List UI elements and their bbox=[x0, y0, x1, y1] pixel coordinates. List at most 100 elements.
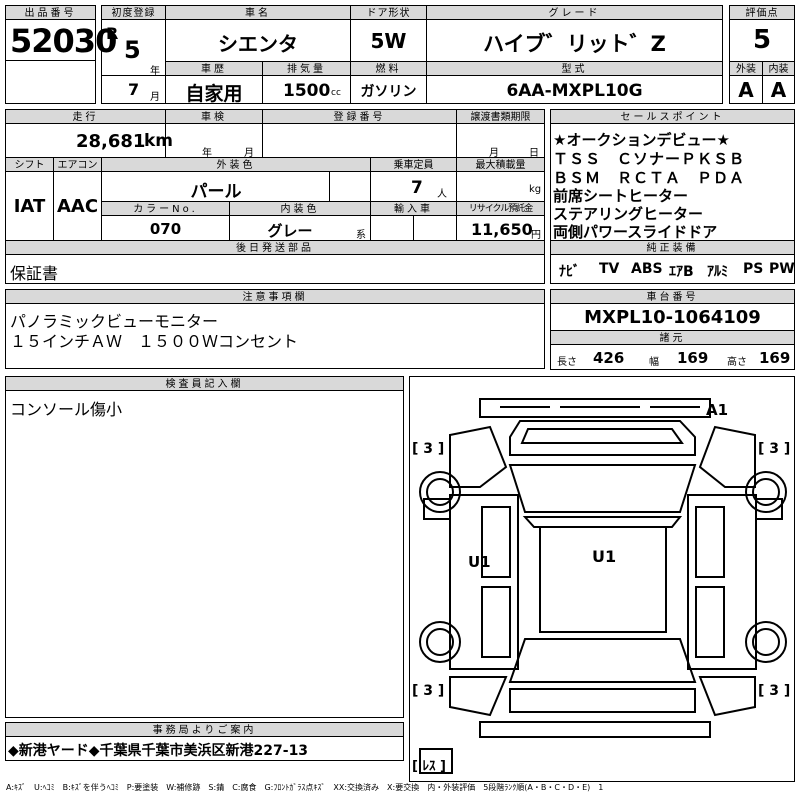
score-cell: 5 bbox=[729, 19, 795, 62]
lot-blank bbox=[5, 60, 96, 104]
mileage-label: 走行 bbox=[5, 109, 166, 124]
chassis-cell: MXPL10-1064109 bbox=[550, 303, 795, 331]
spare-tire: [ ﾚｽ ] bbox=[412, 759, 446, 774]
grade-label: グレード bbox=[426, 5, 723, 20]
tire-rr-value: 3 bbox=[769, 683, 780, 699]
tire-fr-value: 3 bbox=[769, 441, 780, 457]
lot-label: 出品番号 bbox=[5, 5, 96, 20]
car-outline-svg bbox=[419, 398, 787, 774]
equip-ps: PS bbox=[743, 261, 764, 277]
int-color: グレー bbox=[267, 222, 313, 240]
damage-a1: A1 bbox=[706, 401, 729, 419]
delivery-cell: 保証書 bbox=[5, 254, 545, 284]
car-name-label: 車名 bbox=[165, 5, 351, 20]
first-reg-month-cell: 7 月 bbox=[101, 75, 166, 104]
history: 自家用 bbox=[185, 83, 243, 105]
door-label: ドア形状 bbox=[350, 5, 427, 20]
tire-fl-value: 3 bbox=[423, 441, 434, 457]
era: R bbox=[106, 24, 119, 43]
ext-score-label: 外装 bbox=[729, 61, 763, 76]
office-info: ◆新港ヤード◆千葉県千葉市美浜区新港227-13 bbox=[8, 743, 309, 759]
history-cell: 自家用 bbox=[165, 75, 263, 105]
chassis-number: MXPL10-1064109 bbox=[584, 307, 761, 328]
displacement-label: 排気量 bbox=[262, 61, 351, 76]
equip-pw: PW bbox=[769, 261, 795, 277]
displacement-unit: cc bbox=[331, 88, 341, 98]
damage-u1-left: U1 bbox=[468, 553, 491, 571]
tire-rl: [ 3 ] bbox=[412, 683, 445, 699]
color-no-label: カラーNo. bbox=[101, 201, 230, 216]
transfer-cell: 月 日 bbox=[456, 123, 545, 159]
recycle-cell: 11,650 円 bbox=[456, 215, 545, 241]
inspector-note: コンソール傷小 bbox=[10, 400, 123, 419]
selling-points-cell: ★オークションデビュー★ ＴＳＳ ＣソナーＰＫＳＢ ＢＳＭ ＲＣＴＡ ＰＤＡ 前… bbox=[550, 123, 795, 241]
int-score-cell: A bbox=[762, 75, 795, 104]
tire-rr: [ 3 ] bbox=[758, 683, 791, 699]
plate-label: 登録番号 bbox=[262, 109, 457, 124]
capacity-label: 乗車定員 bbox=[370, 157, 457, 172]
color-no: 070 bbox=[149, 220, 182, 238]
notes-cell: パノラミックビューモニター １５インチＡＷ １５００Ｗコンセント bbox=[5, 303, 545, 369]
selling-point-2: ＴＳＳ ＣソナーＰＫＳＢ bbox=[553, 150, 746, 168]
recycle: 11,650 bbox=[471, 220, 533, 239]
car-diagram: A1 U1 U1 [ 3 ] [ 3 ] [ 3 ] [ 3 ] [ ﾚｽ ] bbox=[409, 376, 795, 782]
recycle-label: リサイクル預託金 bbox=[456, 201, 545, 216]
selling-point-1: ★オークションデビュー★ bbox=[553, 131, 730, 149]
equip-airbag: ｴｱB bbox=[669, 264, 694, 280]
tire-rl-value: 3 bbox=[423, 683, 434, 699]
spare-tire-value: ﾚｽ bbox=[422, 759, 436, 774]
dims-label: 諸元 bbox=[550, 330, 795, 345]
int-score-label: 内装 bbox=[762, 61, 795, 76]
recycle-unit: 円 bbox=[531, 230, 541, 241]
max-load-unit: kg bbox=[529, 184, 542, 195]
height: 169 bbox=[759, 349, 791, 367]
grade-cell: ハイブ゛リット゛Z bbox=[426, 19, 723, 62]
score: 5 bbox=[752, 25, 772, 55]
grade: ハイブ゛リット゛Z bbox=[483, 32, 666, 56]
ext-score-cell: A bbox=[729, 75, 763, 104]
length-label: 長さ bbox=[557, 357, 577, 368]
shift-label: シフト bbox=[5, 157, 54, 172]
height-label: 高さ bbox=[727, 357, 747, 368]
delivery: 保証書 bbox=[10, 264, 59, 283]
selling-points-label: セールスポイント bbox=[550, 109, 795, 124]
plate-cell bbox=[262, 123, 457, 158]
reg-month: 7 bbox=[128, 80, 140, 99]
int-color-unit: 系 bbox=[356, 230, 366, 241]
office-cell: ◆新港ヤード◆千葉県千葉市美浜区新港227-13 bbox=[5, 736, 404, 761]
displacement-cell: 1500 cc bbox=[262, 75, 351, 104]
int-score: A bbox=[770, 78, 787, 102]
model-cell: 6AA-MXPL10G bbox=[426, 75, 723, 104]
int-color-label: 内装色 bbox=[229, 201, 371, 216]
dims-cell: 長さ 426 幅 169 高さ 169 bbox=[550, 344, 795, 370]
history-label: 車歴 bbox=[165, 61, 263, 76]
tire-fl: [ 3 ] bbox=[412, 441, 445, 457]
model: 6AA-MXPL10G bbox=[506, 81, 643, 101]
month-unit: 月 bbox=[150, 92, 160, 103]
import-label: 輸入車 bbox=[370, 201, 457, 216]
ext-color: パール bbox=[190, 182, 242, 202]
aircon-label: エアコン bbox=[53, 157, 102, 172]
tire-fr: [ 3 ] bbox=[758, 441, 791, 457]
color-no-cell: 070 bbox=[101, 215, 230, 241]
length: 426 bbox=[593, 349, 625, 367]
width-label: 幅 bbox=[649, 357, 659, 368]
score-label: 評価点 bbox=[729, 5, 795, 20]
reg-year: 5 bbox=[124, 36, 141, 64]
fuel-label: 燃料 bbox=[350, 61, 427, 76]
door-cell: 5W bbox=[350, 19, 427, 62]
notes-label: 注意事項欄 bbox=[5, 289, 545, 304]
max-load-cell: kg bbox=[456, 171, 545, 202]
capacity-unit: 人 bbox=[437, 189, 447, 200]
fuel: ガソリン bbox=[360, 84, 417, 100]
inspector-cell: コンソール傷小 bbox=[5, 390, 404, 718]
transfer-label: 譲渡書類期限 bbox=[456, 109, 545, 124]
door-type: 5W bbox=[370, 29, 407, 53]
legend: A:ｷｽﾞ U:ﾍｺﾐ B:ｷｽﾞを伴うﾍｺﾐ P:要塗装 W:補修跡 S:錆 … bbox=[6, 783, 604, 792]
damage-u1-roof: U1 bbox=[592, 547, 617, 566]
inspector-label: 検査員記入欄 bbox=[5, 376, 404, 391]
int-color-cell: グレー 系 bbox=[229, 215, 371, 241]
inspection-cell: 年 月 bbox=[165, 123, 263, 159]
note-2: １５インチＡＷ １５００Ｗコンセント bbox=[10, 332, 299, 351]
ext-score: A bbox=[738, 78, 754, 102]
